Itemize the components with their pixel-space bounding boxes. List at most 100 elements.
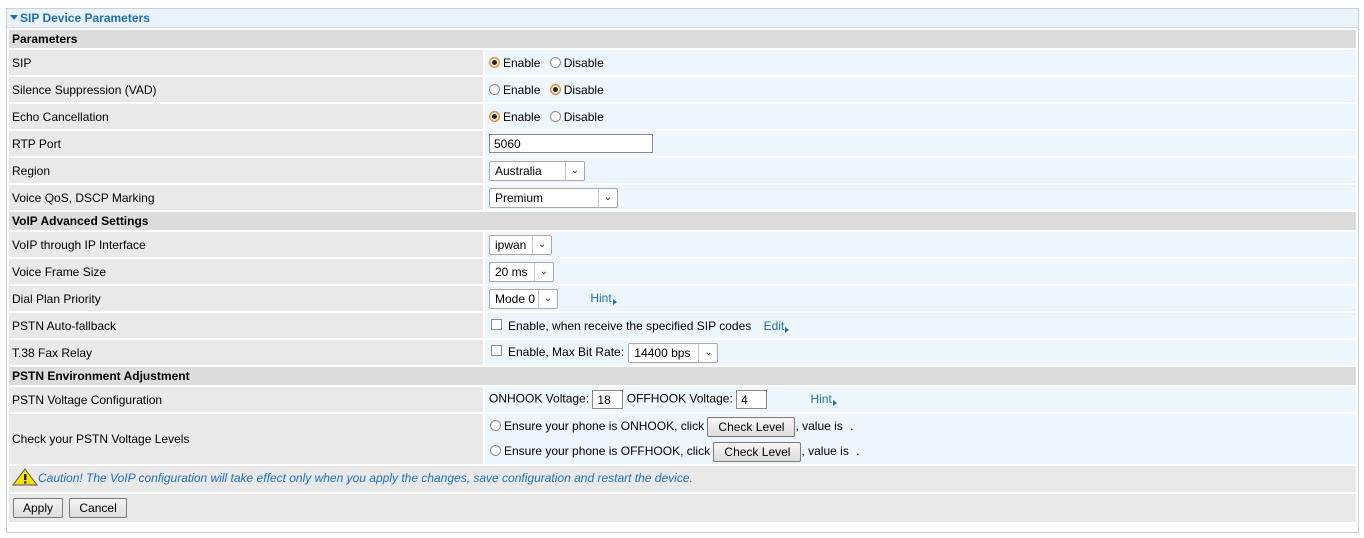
chevron-down-icon: ⌄ (565, 161, 584, 180)
section-parameters: Parameters (9, 30, 1356, 48)
rtp-port-input[interactable]: 5060 (489, 134, 653, 153)
vad-label: Silence Suppression (VAD) (9, 77, 483, 102)
onhook-voltage-input[interactable]: 18 (592, 390, 624, 409)
chevron-down-icon: ⌄ (538, 289, 557, 308)
echo-enable-radio[interactable] (489, 110, 500, 122)
frame-size-select[interactable]: 20 ms ⌄ (489, 261, 554, 282)
ip-interface-label: VoIP through IP Interface (9, 232, 483, 257)
qos-label: Voice QoS, DSCP Marking (9, 185, 483, 210)
caution-message: Caution! The VoIP configuration will tak… (9, 466, 1356, 492)
panel-title[interactable]: SIP Device Parameters (7, 9, 1358, 28)
collapse-triangle-icon[interactable] (10, 15, 18, 21)
echo-disable-label: Disable (563, 109, 604, 124)
row-ip-interface: VoIP through IP Interface ipwan ⌄ (9, 232, 1356, 257)
offhook-value: . (856, 444, 860, 458)
sip-disable-radio[interactable] (549, 56, 561, 68)
vad-enable-radio[interactable] (489, 83, 500, 95)
row-actions: Apply Cancel (9, 494, 1356, 522)
t38-text: Enable, Max Bit Rate: (508, 344, 625, 359)
dial-plan-value: Mode 0 (495, 291, 536, 306)
section-title: Parameters (9, 30, 1356, 48)
offhook-check-line: Ensure your phone is OFFHOOK, click Chec… (490, 439, 1356, 464)
offhook-value-text: , value is (801, 444, 849, 458)
region-select[interactable]: Australia ⌄ (489, 160, 585, 181)
row-t38: T.38 Fax Relay Enable, Max Bit Rate: 144… (9, 340, 1356, 365)
row-region: Region Australia ⌄ (9, 158, 1356, 183)
region-label: Region (9, 158, 483, 183)
row-rtp-port: RTP Port 5060 (9, 131, 1356, 156)
row-voltage-config: PSTN Voltage Configuration ONHOOK Voltag… (9, 387, 1356, 412)
hint-text: Hint (590, 290, 612, 305)
ip-interface-select[interactable]: ipwan ⌄ (489, 234, 552, 255)
panel-title-text: SIP Device Parameters (20, 11, 150, 25)
chevron-down-icon: ⌄ (598, 188, 617, 207)
t38-checkbox[interactable] (491, 345, 502, 356)
edit-text: Edit (763, 318, 785, 333)
dial-plan-select[interactable]: Mode 0 ⌄ (489, 288, 558, 309)
onhook-value-text: , value is (795, 419, 843, 433)
pstn-fallback-edit-link[interactable]: Edit (764, 319, 790, 333)
row-sip: SIP Enable Disable (9, 50, 1356, 75)
sip-enable-radio[interactable] (489, 56, 500, 68)
onhook-check-line: Ensure your phone is ONHOOK, click Check… (490, 414, 1356, 439)
frame-size-value: 20 ms (495, 264, 528, 279)
sip-device-parameters-panel: SIP Device Parameters Parameters SIP Ena… (6, 8, 1359, 533)
onhook-check-text: Ensure your phone is ONHOOK, click (504, 419, 705, 433)
offhook-voltage-input[interactable]: 4 (736, 390, 768, 409)
chevron-down-icon: ⌄ (698, 343, 717, 362)
sip-enable-label: Enable (503, 55, 541, 70)
caution-text: Caution! The VoIP configuration will tak… (38, 471, 693, 486)
rtp-port-label: RTP Port (9, 131, 483, 156)
row-voltage-check: Check your PSTN Voltage Levels Ensure yo… (9, 414, 1356, 464)
ip-interface-value: ipwan (495, 237, 527, 252)
chevron-down-icon: ⌄ (534, 262, 553, 281)
echo-enable-label: Enable (503, 109, 541, 124)
dial-plan-hint-link[interactable]: Hint (590, 290, 617, 305)
arrow-right-icon (612, 298, 617, 305)
sip-disable-label: Disable (563, 55, 604, 70)
voltage-check-label: Check your PSTN Voltage Levels (9, 414, 483, 464)
vad-disable-label: Disable (563, 82, 604, 97)
echo-label: Echo Cancellation (9, 104, 483, 129)
dial-plan-label: Dial Plan Priority (9, 286, 483, 311)
vad-disable-radio[interactable] (549, 83, 561, 95)
echo-disable-radio[interactable] (549, 110, 561, 122)
onhook-check-level-button[interactable]: Check Level (707, 416, 796, 437)
vad-enable-label: Enable (503, 82, 541, 97)
arrow-right-icon (785, 326, 790, 333)
settings-table: Parameters SIP Enable Disable Silence Su… (9, 28, 1356, 524)
section-title: PSTN Environment Adjustment (9, 367, 1356, 385)
chevron-down-icon: ⌄ (532, 235, 551, 254)
row-pstn-fallback: PSTN Auto-fallback Enable, when receive … (9, 313, 1356, 338)
apply-button[interactable]: Apply (13, 498, 64, 518)
row-qos: Voice QoS, DSCP Marking Premium ⌄ (9, 185, 1356, 210)
pstn-fallback-checkbox[interactable] (491, 318, 502, 330)
t38-rate-select[interactable]: 14400 bps ⌄ (628, 342, 719, 363)
row-dial-plan: Dial Plan Priority Mode 0 ⌄ Hint (9, 286, 1356, 311)
section-title: VoIP Advanced Settings (9, 212, 1356, 230)
onhook-value: . (850, 419, 854, 433)
arrow-right-icon (832, 399, 837, 406)
pstn-fallback-text: Enable, when receive the specified SIP c… (508, 318, 752, 333)
pstn-fallback-label: PSTN Auto-fallback (9, 313, 483, 338)
t38-rate-value: 14400 bps (634, 345, 691, 360)
row-caution: Caution! The VoIP configuration will tak… (9, 466, 1356, 492)
qos-select[interactable]: Premium ⌄ (489, 187, 618, 208)
offhook-check-level-button[interactable]: Check Level (713, 441, 802, 462)
warning-icon (12, 468, 38, 486)
frame-size-label: Voice Frame Size (9, 259, 483, 284)
section-pstn-env: PSTN Environment Adjustment (9, 367, 1356, 385)
qos-select-value: Premium (495, 190, 544, 205)
offhook-voltage-label: OFFHOOK Voltage: (626, 391, 733, 406)
row-vad: Silence Suppression (VAD) Enable Disable (9, 77, 1356, 102)
voltage-config-label: PSTN Voltage Configuration (9, 387, 483, 412)
region-select-value: Australia (495, 163, 542, 178)
voltage-hint-link[interactable]: Hint (810, 392, 837, 406)
section-voip-advanced: VoIP Advanced Settings (9, 212, 1356, 230)
onhook-check-radio[interactable] (490, 420, 501, 432)
cancel-button[interactable]: Cancel (69, 498, 127, 518)
offhook-check-radio[interactable] (490, 445, 501, 457)
row-echo: Echo Cancellation Enable Disable (9, 104, 1356, 129)
row-frame-size: Voice Frame Size 20 ms ⌄ (9, 259, 1356, 284)
onhook-voltage-label: ONHOOK Voltage: (489, 391, 590, 406)
